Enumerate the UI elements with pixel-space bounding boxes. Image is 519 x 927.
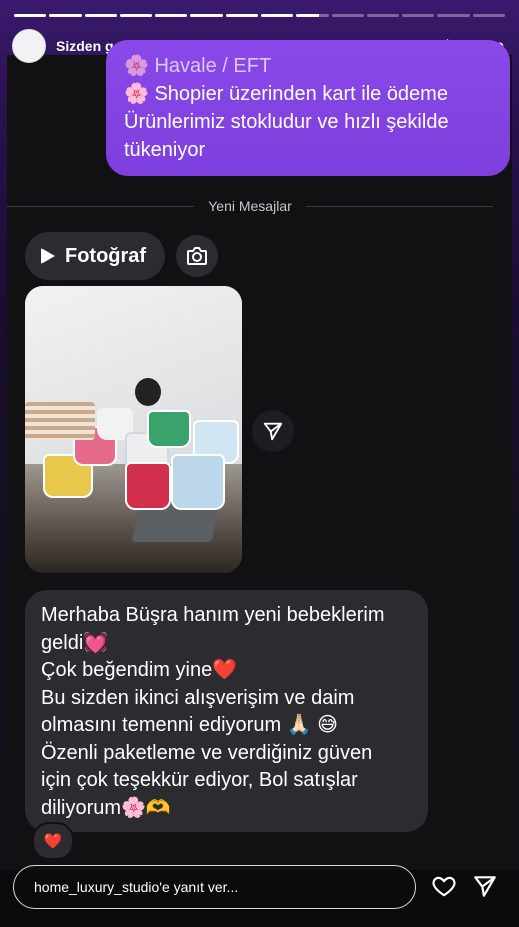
progress-segment <box>331 14 364 17</box>
story-progress-bar <box>14 14 505 17</box>
message-line: tükeniyor <box>124 139 206 161</box>
progress-segment <box>472 14 505 17</box>
message-line: Çok beğendim yine❤️ <box>41 659 238 681</box>
progress-segment <box>225 14 258 17</box>
send-icon <box>263 422 283 441</box>
message-reaction[interactable]: ❤️ <box>32 822 74 860</box>
photo-cup <box>171 454 225 510</box>
like-heart-icon[interactable] <box>431 873 457 899</box>
photo-button-label: Fotoğraf <box>65 244 147 267</box>
play-icon <box>41 248 55 264</box>
new-messages-divider: Yeni Mesajlar <box>7 198 493 214</box>
divider-rule <box>305 205 493 207</box>
progress-segment <box>14 14 47 17</box>
progress-segment <box>437 14 470 17</box>
share-photo-button[interactable] <box>252 410 294 452</box>
progress-segment <box>119 14 153 17</box>
photo-cup <box>135 378 161 406</box>
message-line: için çok teşekkür ediyor, Bol satışlar <box>41 769 358 791</box>
message-line: olmasını temenni ediyorum 🙏🏻 😅 <box>41 714 338 736</box>
send-icon[interactable] <box>472 873 498 899</box>
progress-segment <box>190 14 223 17</box>
message-line: Özenli paketleme ve verdiğiniz güven <box>41 741 373 764</box>
progress-segment <box>296 14 329 17</box>
progress-segment <box>260 14 294 17</box>
progress-segment <box>402 14 435 17</box>
message-line: Merhaba Büşra hanım yeni bebeklerim <box>41 604 385 626</box>
message-line: diliyorum🌸🫶 <box>41 796 171 819</box>
reply-input[interactable]: home_luxury_studio'e yanıt ver... <box>13 865 416 909</box>
shared-photo[interactable] <box>25 286 242 573</box>
message-line: 🌸 Shopier üzerinden kart ile ödeme <box>124 83 448 105</box>
progress-segment <box>84 14 117 17</box>
gray-message-bubble: Merhaba Büşra hanım yeni bebeklerim geld… <box>25 590 428 832</box>
progress-segment <box>49 14 82 17</box>
photo-plates <box>25 402 95 440</box>
avatar[interactable] <box>12 29 46 63</box>
message-line: Bu sizden ikinci alışverişim ve daim <box>41 686 355 709</box>
progress-segment <box>155 14 188 17</box>
view-photo-button[interactable]: Fotoğraf <box>25 232 165 280</box>
reply-placeholder: home_luxury_studio'e yanıt ver... <box>34 879 239 895</box>
message-line: geldi💓 <box>41 631 109 654</box>
message-line: 🌸 Havale / EFT <box>124 55 272 77</box>
divider-rule <box>7 205 195 207</box>
photo-cup <box>125 462 171 510</box>
purple-message-bubble: 🌸 Havale / EFT 🌸 Shopier üzerinden kart … <box>106 40 510 176</box>
camera-icon <box>187 247 207 265</box>
message-line: Ürünlerimiz stokludur ve hızlı şekilde <box>124 111 449 133</box>
divider-label: Yeni Mesajlar <box>208 198 292 214</box>
photo-cup <box>147 410 191 448</box>
progress-segment <box>366 14 400 17</box>
camera-button[interactable] <box>176 235 218 277</box>
heart-reaction-emoji: ❤️ <box>43 833 63 850</box>
